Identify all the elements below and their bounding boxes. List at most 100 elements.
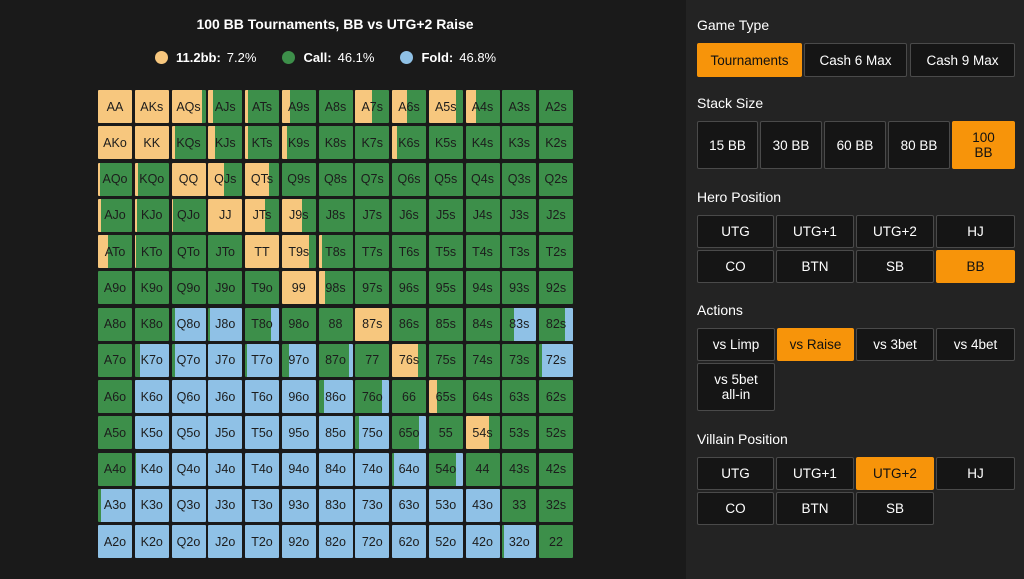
hand-cell[interactable]: 72o bbox=[355, 525, 390, 558]
hand-cell[interactable]: K5s bbox=[428, 126, 463, 160]
hand-cell[interactable]: 74s bbox=[465, 343, 500, 377]
hand-cell[interactable]: J8o bbox=[208, 307, 243, 341]
actions-option-button[interactable]: vs Raise bbox=[777, 328, 854, 361]
villain-position-option-button[interactable]: BTN bbox=[776, 492, 854, 525]
hand-cell[interactable]: J4o bbox=[208, 452, 243, 486]
hand-cell[interactable]: A4o bbox=[98, 452, 132, 486]
hand-cell[interactable]: J4s bbox=[465, 198, 500, 232]
hand-cell[interactable]: 32s bbox=[539, 488, 573, 522]
hand-cell[interactable]: A3s bbox=[502, 90, 537, 123]
villain-position-option-button[interactable]: UTG+2 bbox=[856, 457, 934, 490]
hand-cell[interactable]: KQs bbox=[171, 126, 206, 160]
hero-position-option-button[interactable]: UTG bbox=[697, 215, 774, 248]
hand-cell[interactable]: 54o bbox=[428, 452, 463, 486]
hand-cell[interactable]: K8s bbox=[318, 126, 353, 160]
villain-position-option-button[interactable]: HJ bbox=[936, 457, 1015, 490]
hand-cell[interactable]: QTs bbox=[245, 162, 279, 196]
hand-cell[interactable]: Q9s bbox=[281, 162, 316, 196]
hand-cell[interactable]: 64s bbox=[465, 380, 500, 413]
actions-option-button[interactable]: vs 3bet bbox=[856, 328, 934, 361]
hand-cell[interactable]: Q3o bbox=[171, 488, 206, 522]
hand-cell[interactable]: 97s bbox=[355, 271, 390, 305]
hand-cell[interactable]: Q9o bbox=[171, 271, 206, 305]
hand-cell[interactable]: 85o bbox=[318, 416, 353, 450]
hand-cell[interactable]: A8o bbox=[98, 307, 132, 341]
hand-cell[interactable]: 55 bbox=[428, 416, 463, 450]
hand-cell[interactable]: 96s bbox=[392, 271, 426, 305]
hand-cell[interactable]: 87o bbox=[318, 343, 353, 377]
hand-cell[interactable]: J6s bbox=[392, 198, 426, 232]
hand-cell[interactable]: 32o bbox=[502, 525, 537, 558]
hand-cell[interactable]: 42o bbox=[465, 525, 500, 558]
stack-size-option-button[interactable]: 15 BB bbox=[697, 121, 758, 169]
hand-cell[interactable]: 62s bbox=[539, 380, 573, 413]
hand-cell[interactable]: J9o bbox=[208, 271, 243, 305]
hand-cell[interactable]: Q5o bbox=[171, 416, 206, 450]
hand-cell[interactable]: T6s bbox=[392, 235, 426, 268]
hand-cell[interactable]: K6s bbox=[392, 126, 426, 160]
hand-cell[interactable]: T8s bbox=[318, 235, 353, 268]
hand-cell[interactable]: QQ bbox=[171, 162, 206, 196]
hand-cell[interactable]: K5o bbox=[134, 416, 169, 450]
hand-cell[interactable]: J7o bbox=[208, 343, 243, 377]
hand-cell[interactable]: K4s bbox=[465, 126, 500, 160]
hand-cell[interactable]: T4s bbox=[465, 235, 500, 268]
hand-cell[interactable]: 54s bbox=[465, 416, 500, 450]
hand-cell[interactable]: KQo bbox=[134, 162, 169, 196]
hand-cell[interactable]: 97o bbox=[281, 343, 316, 377]
stack-size-option-button[interactable]: 100 BB bbox=[952, 121, 1015, 169]
hand-cell[interactable]: A7o bbox=[98, 343, 132, 377]
hand-cell[interactable]: 86o bbox=[318, 380, 353, 413]
game-type-option-button[interactable]: Cash 9 Max bbox=[910, 43, 1015, 77]
hand-cell[interactable]: 95o bbox=[281, 416, 316, 450]
hand-cell[interactable]: 86s bbox=[392, 307, 426, 341]
hand-cell[interactable]: K2s bbox=[539, 126, 573, 160]
hand-cell[interactable]: 44 bbox=[465, 452, 500, 486]
hero-position-option-button[interactable]: CO bbox=[697, 250, 774, 283]
game-type-option-button[interactable]: Cash 6 Max bbox=[804, 43, 907, 77]
hand-cell[interactable]: J5o bbox=[208, 416, 243, 450]
stack-size-option-button[interactable]: 60 BB bbox=[824, 121, 886, 169]
hand-cell[interactable]: 93o bbox=[281, 488, 316, 522]
hand-cell[interactable]: T2s bbox=[539, 235, 573, 268]
hand-cell[interactable]: Q6s bbox=[392, 162, 426, 196]
hand-cell[interactable]: 94o bbox=[281, 452, 316, 486]
hand-cell[interactable]: QJo bbox=[171, 198, 206, 232]
hand-cell[interactable]: 43s bbox=[502, 452, 537, 486]
actions-option-button[interactable]: vs Limp bbox=[697, 328, 775, 361]
hand-cell[interactable]: Q8o bbox=[171, 307, 206, 341]
hand-cell[interactable]: 83s bbox=[502, 307, 537, 341]
hand-cell[interactable]: 94s bbox=[465, 271, 500, 305]
hand-cell[interactable]: 74o bbox=[355, 452, 390, 486]
hand-cell[interactable]: T5o bbox=[245, 416, 279, 450]
hand-cell[interactable]: K7o bbox=[134, 343, 169, 377]
hand-cell[interactable]: A9s bbox=[281, 90, 316, 123]
hand-cell[interactable]: T9s bbox=[281, 235, 316, 268]
hand-cell[interactable]: A5o bbox=[98, 416, 132, 450]
hand-cell[interactable]: KJo bbox=[134, 198, 169, 232]
hand-cell[interactable]: Q2o bbox=[171, 525, 206, 558]
hand-cell[interactable]: QTo bbox=[171, 235, 206, 268]
hand-cell[interactable]: AJo bbox=[98, 198, 132, 232]
hand-cell[interactable]: 72s bbox=[539, 343, 573, 377]
hand-cell[interactable]: T5s bbox=[428, 235, 463, 268]
hand-cell[interactable]: KTo bbox=[134, 235, 169, 268]
hand-cell[interactable]: K7s bbox=[355, 126, 390, 160]
hand-cell[interactable]: 98o bbox=[281, 307, 316, 341]
hand-cell[interactable]: T7s bbox=[355, 235, 390, 268]
hand-cell[interactable]: Q7s bbox=[355, 162, 390, 196]
hand-cell[interactable]: 42s bbox=[539, 452, 573, 486]
hand-cell[interactable]: J2s bbox=[539, 198, 573, 232]
hand-cell[interactable]: Q4s bbox=[465, 162, 500, 196]
hand-cell[interactable]: AA bbox=[98, 90, 132, 123]
villain-position-option-button[interactable]: SB bbox=[856, 492, 934, 525]
hand-cell[interactable]: J6o bbox=[208, 380, 243, 413]
hand-cell[interactable]: 93s bbox=[502, 271, 537, 305]
hand-cell[interactable]: 96o bbox=[281, 380, 316, 413]
hand-cell[interactable]: 63s bbox=[502, 380, 537, 413]
hand-cell[interactable]: 92s bbox=[539, 271, 573, 305]
hand-cell[interactable]: T3o bbox=[245, 488, 279, 522]
hand-cell[interactable]: KTs bbox=[245, 126, 279, 160]
hand-cell[interactable]: KJs bbox=[208, 126, 243, 160]
hand-cell[interactable]: Q8s bbox=[318, 162, 353, 196]
